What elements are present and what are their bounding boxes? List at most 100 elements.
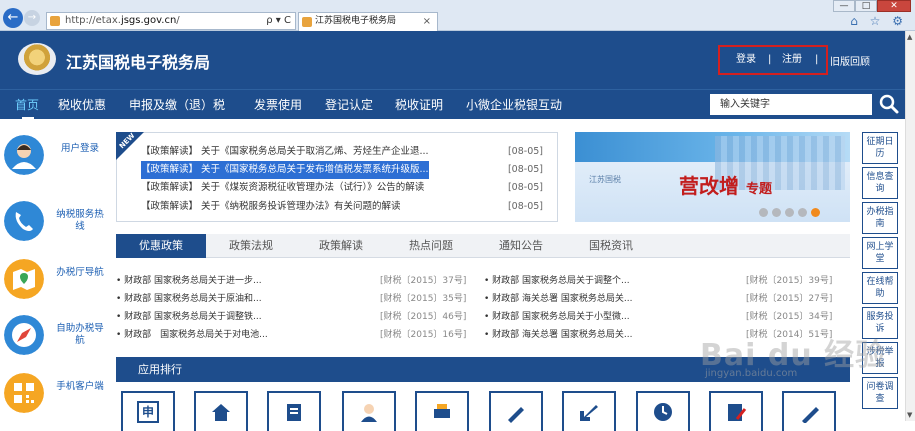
tab-hot-topics[interactable]: 热点问题 (386, 234, 476, 258)
policy-item[interactable]: • 财政部 国家税务总局关于原油和... [财税〔2015〕35号] (116, 290, 486, 308)
banner-dot[interactable] (759, 208, 768, 217)
news-item[interactable]: 【政策解读】 关于《纳税服务投诉管理办法》有关问题的解读 [08-05] (141, 198, 553, 216)
policy-item[interactable]: • 财政部 国家税务总局关于对电池... [财税〔2015〕16号] (116, 326, 486, 344)
news-title[interactable]: 【政策解读】 关于《国家税务总局关于取消乙烯、芳烃生产企业退... (141, 143, 429, 161)
policy-item[interactable]: • 财政部 国家税务总局关于调整个... [财税〔2015〕39号] (484, 272, 850, 290)
policy-title[interactable]: • 财政部 国家税务总局关于调整个... (484, 276, 630, 286)
news-date: [08-05] (507, 201, 543, 212)
tab-preferential-policy[interactable]: 优惠政策 (116, 234, 206, 258)
maximize-button[interactable]: □ (855, 0, 877, 12)
browser-toolbar-icons[interactable]: ⌂ ☆ ⚙ (850, 14, 907, 28)
url-domain: jsgs.gov.cn (120, 15, 177, 26)
shortcut-office-nav[interactable]: 办税厅导航 (4, 255, 110, 311)
tab-tax-news[interactable]: 国税资讯 (566, 234, 656, 258)
banner-dot[interactable] (785, 208, 794, 217)
policy-title[interactable]: • 财政部 海关总署 国家税务总局关... (484, 294, 632, 304)
policy-item[interactable]: • 财政部 国家税务总局关于调整铁... [财税〔2015〕46号] (116, 308, 486, 326)
policy-title[interactable]: • 财政部 国家税务总局关于原油和... (116, 294, 262, 304)
user-icon (4, 135, 44, 175)
service-survey[interactable]: 问卷调查 (862, 377, 898, 409)
app-tile-person[interactable] (342, 391, 396, 431)
service-online-school[interactable]: 网上学堂 (862, 237, 898, 269)
register-link[interactable]: 注册 (782, 47, 802, 73)
news-item[interactable]: 【政策解读】 关于《国家税务总局关于发布增值税发票系统升级版... [08-05… (141, 161, 553, 179)
tab-policy-interpretation[interactable]: 政策解读 (296, 234, 386, 258)
policy-item[interactable]: • 财政部 国家税务总局关于进一步... [财税〔2015〕37号] (116, 272, 486, 290)
tab-policy-regulations[interactable]: 政策法规 (206, 234, 296, 258)
login-link[interactable]: 登录 (736, 47, 756, 73)
search-input[interactable]: 输入关键字 (710, 94, 872, 115)
shortcut-user-login[interactable]: 用户登录 (4, 131, 110, 187)
nav-item-tax-certificate[interactable]: 税收证明 (395, 96, 443, 113)
policy-title[interactable]: • 财政部 国家税务总局关于调整铁... (116, 312, 262, 322)
compass-icon (4, 315, 44, 355)
app-tile-clock[interactable] (636, 391, 690, 431)
news-title[interactable]: 【政策解读】 关于《纳税服务投诉管理办法》有关问题的解读 (141, 198, 401, 216)
back-button[interactable]: ← (3, 8, 23, 28)
policy-item[interactable]: • 财政部 国家税务总局关于小型微... [财税〔2015〕34号] (484, 308, 850, 326)
tab-close-icon[interactable]: × (423, 13, 431, 30)
policy-code: [财税〔2015〕35号] (380, 294, 467, 304)
banner-dot[interactable] (798, 208, 807, 217)
shortcut-label: 纳税服务热线 (56, 209, 104, 232)
service-online-help[interactable]: 在线帮助 (862, 272, 898, 304)
shortcut-mobile-client[interactable]: 手机客户端 (4, 369, 110, 425)
news-item[interactable]: 【政策解读】 关于《国家税务总局关于取消乙烯、芳烃生产企业退... [08-05… (141, 143, 553, 161)
news-title[interactable]: 【政策解读】 关于《煤炭资源税征收管理办法（试行）》公告的解读 (141, 179, 424, 197)
policy-title[interactable]: • 财政部 国家税务总局关于小型微... (484, 312, 630, 322)
address-bar[interactable]: http://etax.jsgs.gov.cn/ ρ ▾ C (46, 12, 296, 30)
policy-title[interactable]: • 财政部 国家税务总局关于对电池... (116, 330, 268, 340)
address-tools[interactable]: ρ ▾ C (266, 13, 291, 29)
policy-title[interactable]: • 财政部 海关总署 国家税务总局关... (484, 330, 632, 340)
app-tile-printer[interactable] (415, 391, 469, 431)
separator: | (815, 54, 819, 65)
scroll-down-icon[interactable]: ▼ (907, 411, 912, 419)
site-title: 江苏国税电子税务局 (66, 53, 211, 72)
app-tile-arrow[interactable] (562, 391, 616, 431)
news-item[interactable]: 【政策解读】 关于《煤炭资源税征收管理办法（试行）》公告的解读 [08-05] (141, 179, 553, 197)
form-icon (728, 404, 747, 421)
nav-item-declare-pay[interactable]: 申报及缴（退）税 (129, 96, 225, 113)
policy-code: [财税〔2015〕39号] (746, 276, 833, 286)
policy-title[interactable]: • 财政部 国家税务总局关于进一步... (116, 276, 262, 286)
nav-item-small-business[interactable]: 小微企业税银互动 (466, 96, 562, 113)
printer-icon (434, 404, 450, 418)
app-tile-pen[interactable] (489, 391, 543, 431)
qr-icon (4, 373, 44, 413)
tab-announcements[interactable]: 通知公告 (476, 234, 566, 258)
news-title[interactable]: 【政策解读】 关于《国家税务总局关于发布增值税发票系统升级版... (141, 161, 429, 179)
service-tax-calendar[interactable]: 征期日历 (862, 132, 898, 164)
policy-code: [财税〔2015〕16号] (380, 330, 467, 340)
promo-banner[interactable]: 江苏国税 营改增 专题 (575, 132, 850, 222)
shortcut-hotline[interactable]: 纳税服务热线 (4, 197, 110, 253)
policy-tabs: 优惠政策 政策法规 政策解读 热点问题 通知公告 国税资讯 (116, 234, 850, 258)
browser-tab[interactable]: 江苏国税电子税务局 × (298, 12, 438, 31)
scroll-up-icon[interactable]: ▲ (907, 33, 912, 41)
banner-dot-active[interactable] (811, 208, 820, 217)
policy-item[interactable]: • 财政部 海关总署 国家税务总局关... [财税〔2015〕27号] (484, 290, 850, 308)
search-icon[interactable] (878, 93, 900, 115)
app-tile-home[interactable] (194, 391, 248, 431)
service-info-query[interactable]: 信息查询 (862, 167, 898, 199)
app-tile-declare[interactable]: 申 (121, 391, 175, 431)
old-version-link[interactable]: 旧版回顾 (830, 53, 870, 68)
app-tile-edit[interactable] (782, 391, 836, 431)
shortcut-self-service-nav[interactable]: 自助办税导航 (4, 311, 110, 367)
nav-item-registration[interactable]: 登记认定 (325, 96, 373, 113)
tab-title: 江苏国税电子税务局 (315, 16, 397, 26)
banner-dot[interactable] (772, 208, 781, 217)
shortcut-label: 自助办税导航 (56, 323, 104, 346)
tax-emblem-icon (18, 43, 56, 75)
app-tile-document[interactable] (267, 391, 321, 431)
nav-item-tax-incentives[interactable]: 税收优惠 (58, 96, 106, 113)
phone-icon (4, 201, 44, 241)
nav-item-invoice[interactable]: 发票使用 (254, 96, 302, 113)
login-register-box: 登录 | 注册 | (718, 45, 828, 75)
page-scrollbar[interactable]: ▲ ▼ (905, 31, 915, 421)
nav-item-home[interactable]: 首页 (15, 96, 39, 113)
minimize-button[interactable]: — (833, 0, 855, 12)
app-tile-form[interactable] (709, 391, 763, 431)
service-tax-guide[interactable]: 办税指南 (862, 202, 898, 234)
forward-button[interactable]: → (24, 10, 40, 26)
close-window-button[interactable]: ✕ (877, 0, 911, 12)
